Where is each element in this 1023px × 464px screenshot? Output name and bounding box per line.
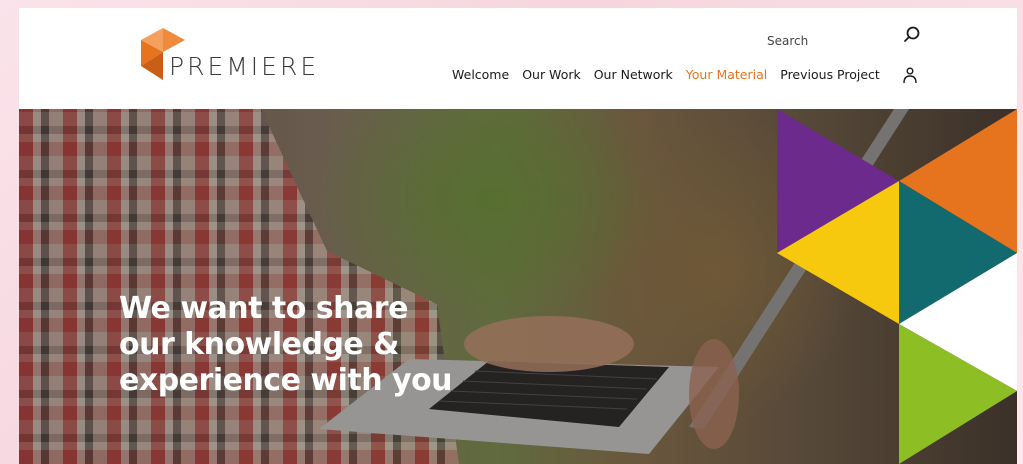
brand-logo[interactable]: PREMIERE [139,26,339,86]
main-nav: Welcome Our Work Our Network Your Materi… [452,67,893,87]
hero-headline-line-3: experience with you [119,363,453,398]
site-header: PREMIERE Search Welcome Our Work Our Net… [19,8,1017,109]
nav-item-our-work[interactable]: Our Work [522,67,581,87]
hero-banner: We want to share our knowledge & experie… [19,109,1017,464]
page: PREMIERE Search Welcome Our Work Our Net… [19,8,1017,464]
search-input[interactable]: Search [767,34,808,48]
nav-item-welcome[interactable]: Welcome [452,67,509,87]
search-icon[interactable] [901,24,923,46]
hero-headline: We want to share our knowledge & experie… [119,291,499,399]
logo-wordmark: PREMIERE [169,52,320,81]
hero-headline-line-1: We want to share [119,291,408,326]
nav-item-previous-project[interactable]: Previous Project [780,67,880,87]
nav-item-our-network[interactable]: Our Network [594,67,673,87]
nav-item-your-material[interactable]: Your Material [686,67,767,87]
hero-headline-line-2: our knowledge & [119,327,399,362]
user-icon[interactable] [901,66,919,86]
decorative-triangles [777,109,1017,464]
